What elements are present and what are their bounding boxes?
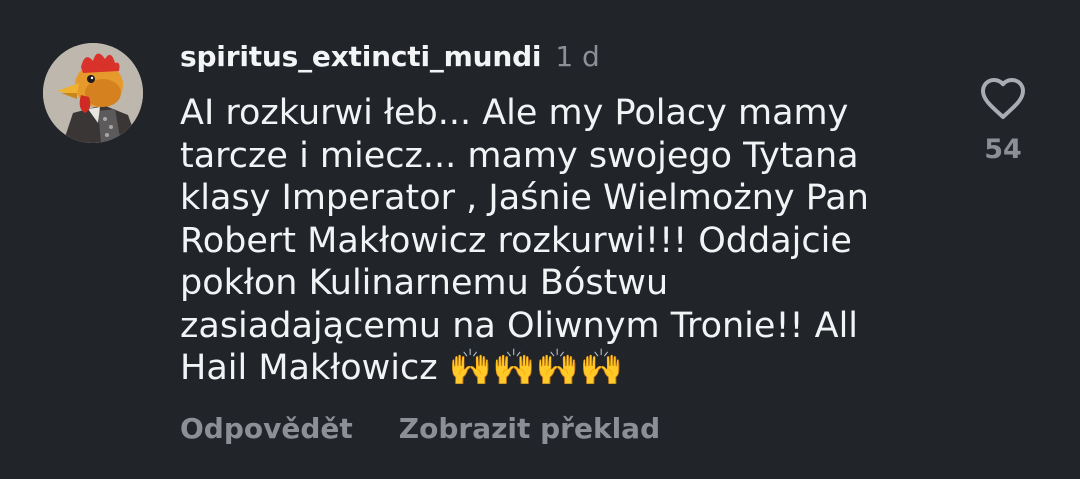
comment-header: spiritus_extincti_mundi 1 d (180, 36, 600, 76)
rooster-mask-avatar (43, 43, 143, 143)
timestamp: 1 d (555, 39, 600, 73)
comment-text: AI rozkurwi łeb... Ale my Polacy mamy ta… (180, 93, 869, 388)
avatar[interactable] (43, 43, 143, 143)
comment-item: spiritus_extincti_mundi 1 d AI rozkurwi … (0, 0, 1080, 479)
like-container: 54 (972, 76, 1034, 165)
heart-icon[interactable] (979, 76, 1027, 124)
reply-button[interactable]: Odpovědět (180, 412, 353, 445)
like-count: 54 (984, 134, 1022, 165)
username[interactable]: spiritus_extincti_mundi (180, 40, 542, 73)
comment-actions: Odpovědět Zobrazit překlad (180, 412, 660, 445)
translate-button[interactable]: Zobrazit překlad (399, 412, 660, 445)
